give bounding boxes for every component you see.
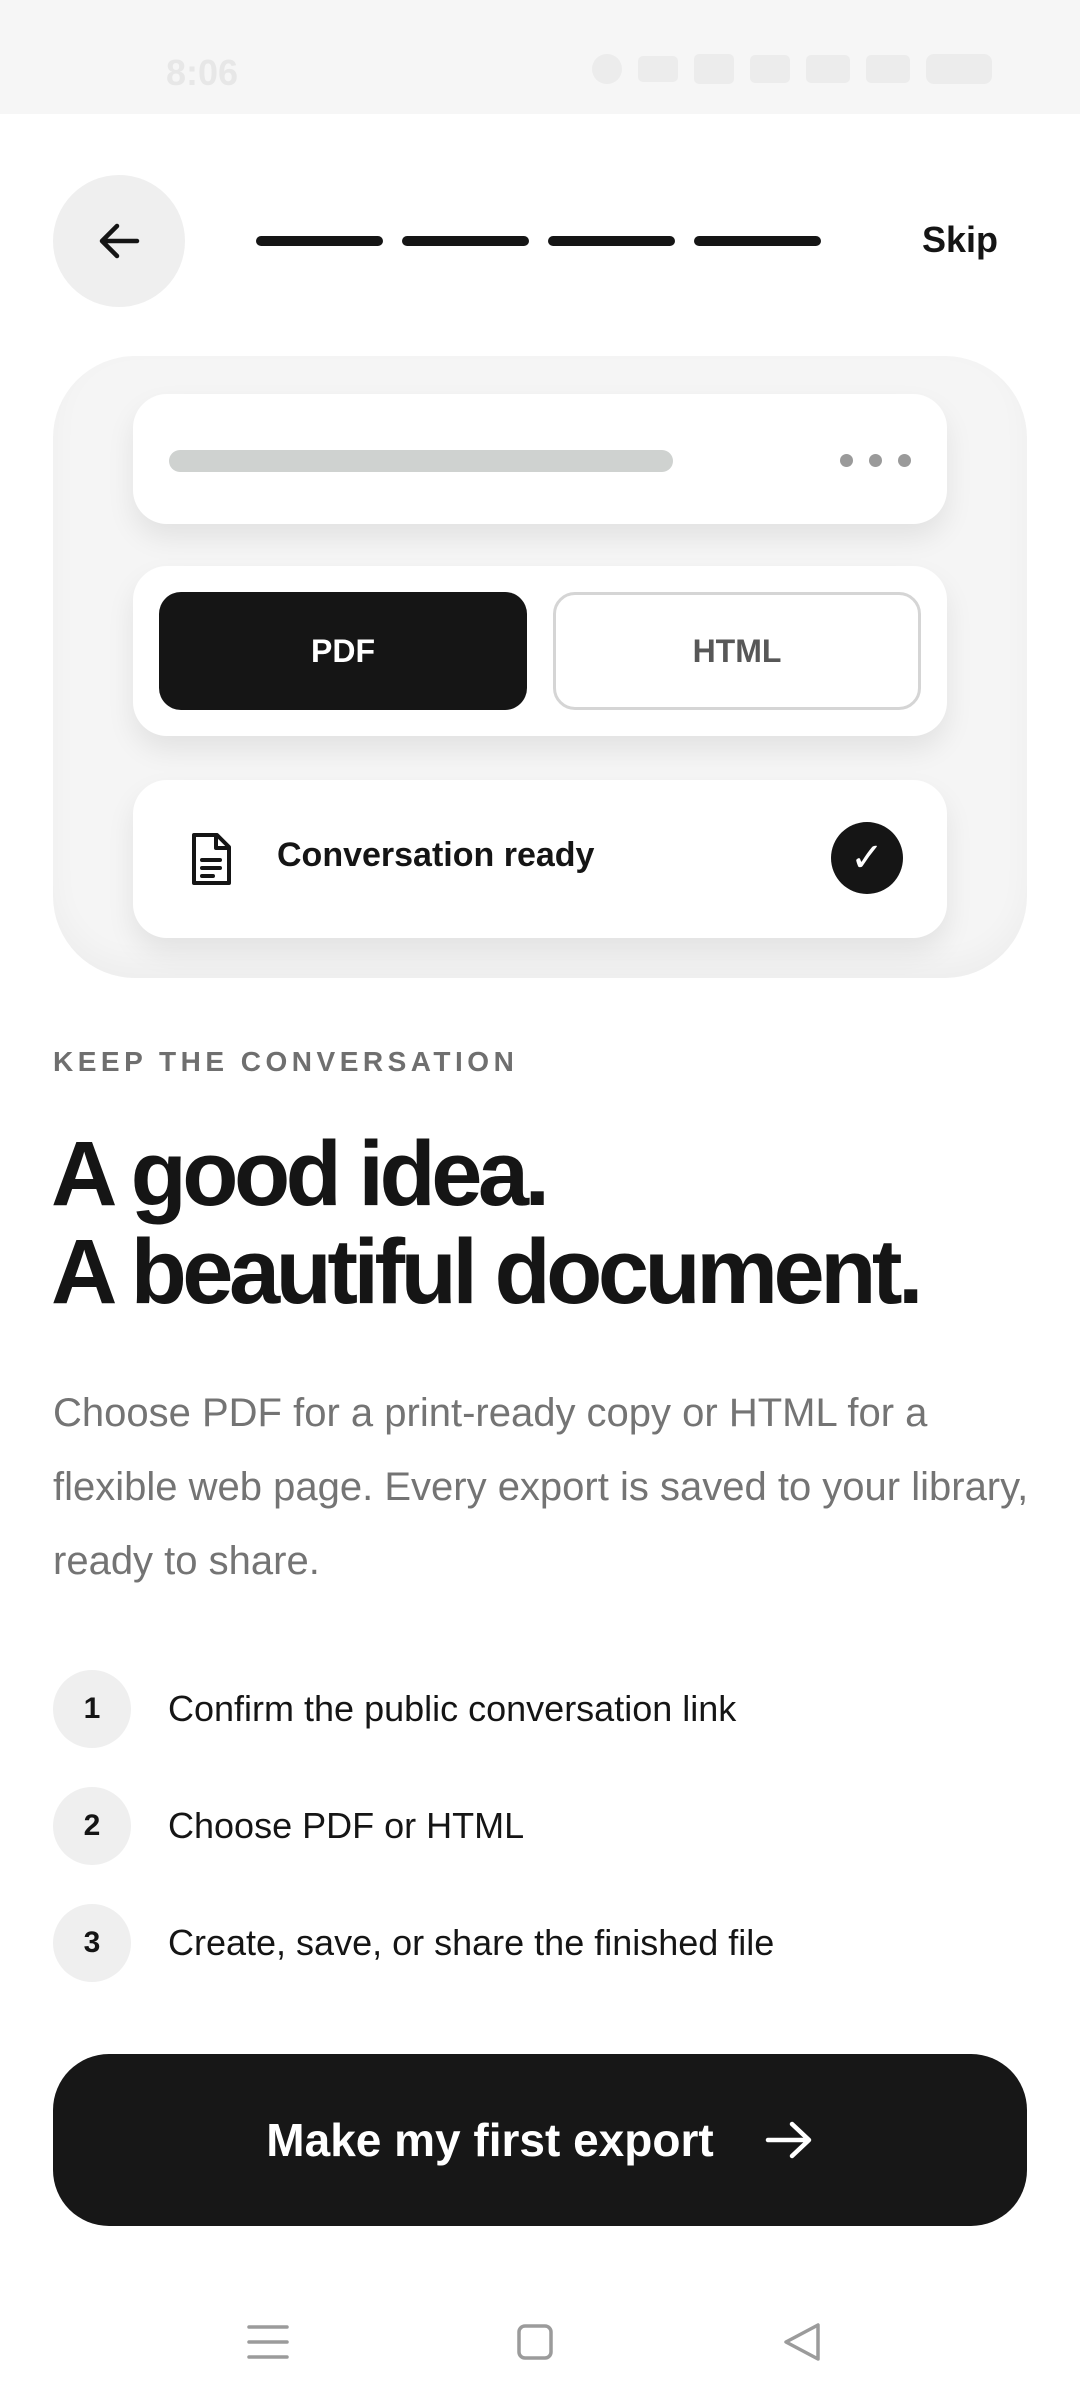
- status-bar: 8:06: [0, 0, 1080, 114]
- status-icons: [592, 54, 992, 84]
- arrow-left-icon: [99, 223, 140, 259]
- step-text: Choose PDF or HTML: [168, 1805, 525, 1846]
- system-nav-bar: [0, 2276, 1080, 2400]
- back-nav-button[interactable]: [772, 2312, 832, 2372]
- progress-segment: [402, 236, 529, 246]
- skip-button[interactable]: Skip: [922, 219, 998, 261]
- progress-segment: [256, 236, 383, 246]
- headline-line-2: A beautiful document.: [51, 1221, 924, 1323]
- call-icon: [694, 54, 734, 84]
- first-export-label: Make my first export: [266, 2114, 714, 2166]
- step-text: Create, save, or share the finished file: [168, 1922, 775, 1963]
- format-option-html: HTML: [553, 592, 921, 710]
- battery-icon: [926, 54, 992, 84]
- format-option-pdf: PDF: [159, 592, 527, 710]
- recents-button[interactable]: [238, 2312, 298, 2372]
- headline-line-1: A good idea.: [51, 1123, 550, 1225]
- home-icon: [517, 2324, 553, 2360]
- eyebrow-label: KEEP THE CONVERSATION: [53, 1046, 519, 1077]
- signal-icon-2: [866, 55, 910, 83]
- menu-icon: [247, 2325, 289, 2359]
- onboarding-progress: [256, 236, 821, 246]
- signal-icon: [806, 55, 850, 83]
- placeholder-bar: [169, 450, 673, 472]
- arrow-right-icon: [765, 2121, 811, 2159]
- wifi-icon: [638, 56, 678, 82]
- alarm-icon: [592, 54, 622, 84]
- more-icon: [840, 454, 911, 467]
- triangle-back-icon: [784, 2323, 820, 2361]
- status-time: 8:06: [166, 52, 239, 93]
- status-text: Conversation ready: [277, 836, 595, 874]
- first-export-button[interactable]: Make my first export: [53, 2054, 1027, 2226]
- check-icon: ✓: [831, 822, 903, 894]
- description: Choose PDF for a print-ready copy or HTM…: [53, 1391, 1029, 1583]
- back-button[interactable]: [53, 175, 185, 307]
- progress-segment: [548, 236, 675, 246]
- export-illustration: PDF HTML Conversation ready ✓: [53, 356, 1027, 978]
- document-icon: [192, 833, 231, 885]
- conversation-card: [133, 394, 947, 524]
- volte-icon: [750, 55, 790, 83]
- step-number: 3: [53, 1904, 131, 1982]
- step-number: 1: [53, 1670, 131, 1748]
- home-button[interactable]: [505, 2312, 565, 2372]
- headline: A good idea. A beautiful document.: [51, 1123, 924, 1323]
- step-text: Confirm the public conversation link: [168, 1688, 737, 1729]
- step-number: 2: [53, 1787, 131, 1865]
- progress-segment: [694, 236, 821, 246]
- format-card: PDF HTML: [133, 566, 947, 736]
- status-card: Conversation ready ✓: [133, 780, 947, 938]
